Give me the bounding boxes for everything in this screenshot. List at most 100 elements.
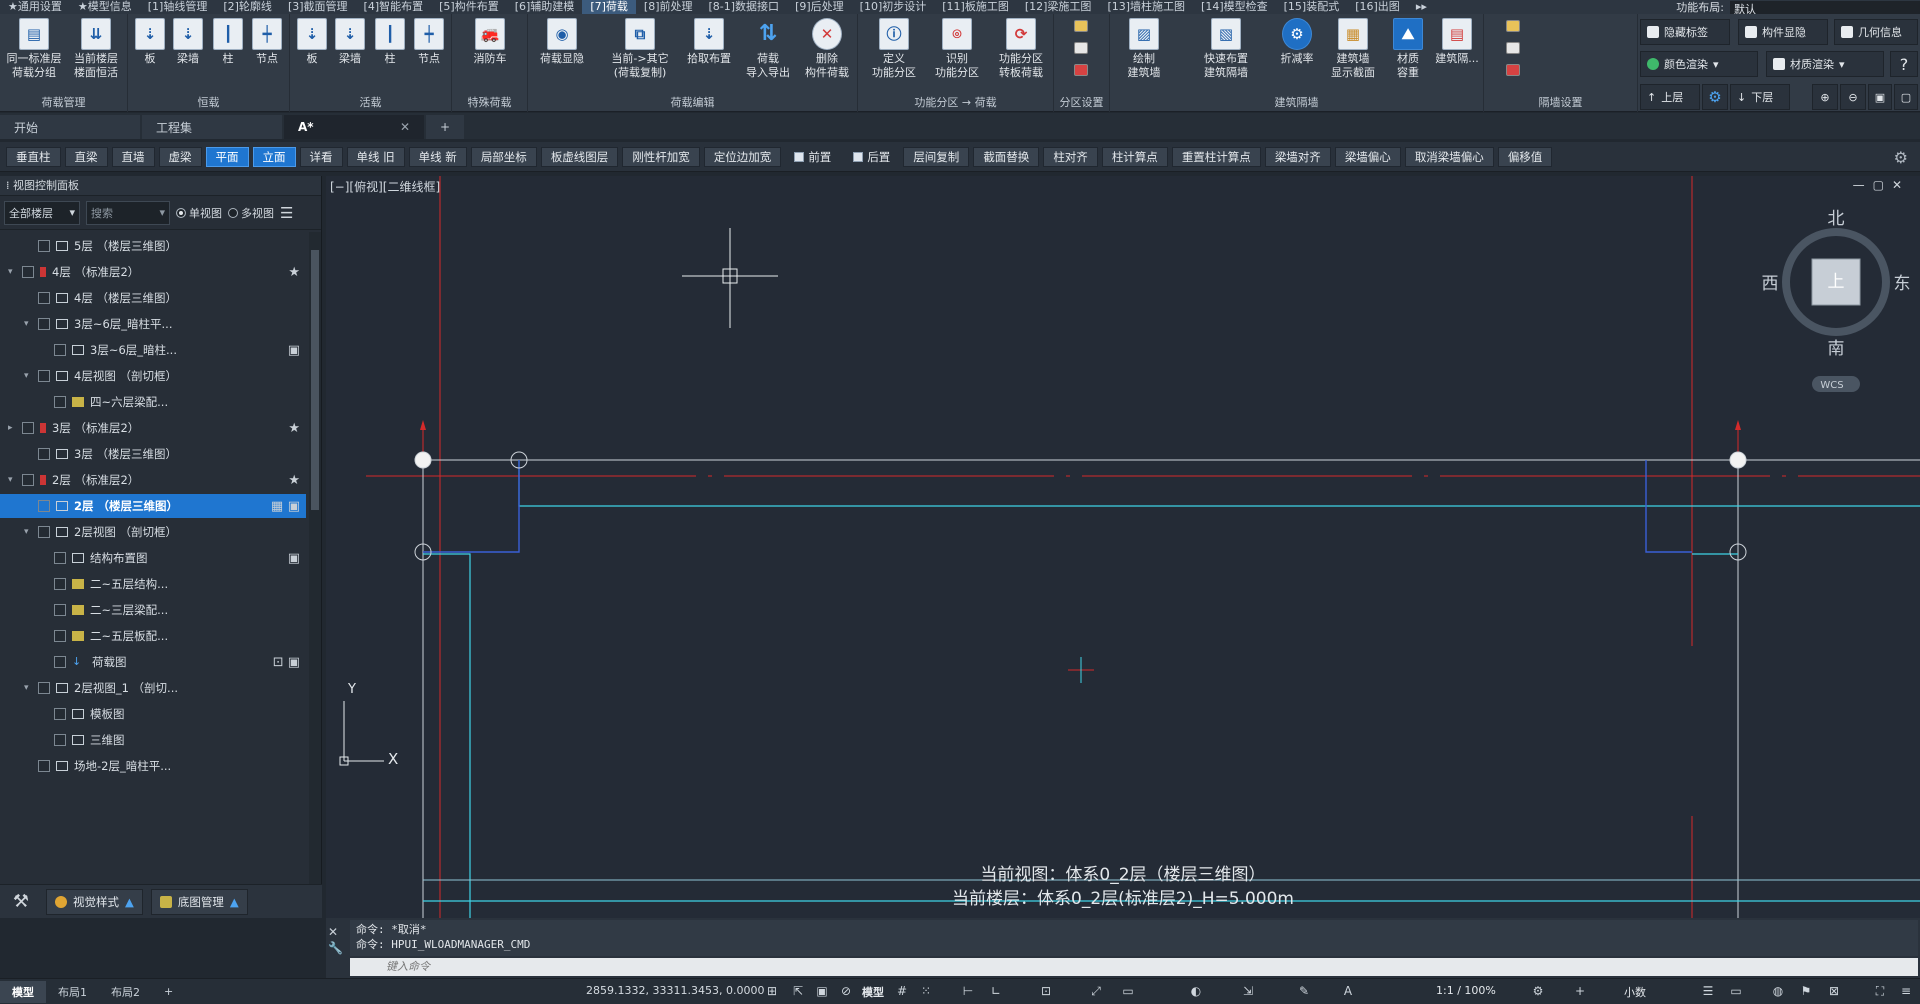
square-icon[interactable] — [1506, 42, 1520, 54]
toolbar-button[interactable]: 详看 — [299, 146, 343, 167]
toolbar-button[interactable]: 柱计算点 — [1101, 146, 1168, 167]
ortho-icon[interactable]: ⊢ — [960, 983, 976, 999]
multi-view-radio[interactable]: 多视图 — [228, 205, 274, 221]
single-view-radio[interactable]: 单视图 — [176, 205, 222, 221]
toolbar-button[interactable]: 虚梁 — [158, 146, 202, 167]
menu-overflow-icon[interactable]: ▸▸ — [1408, 0, 1435, 14]
isolate-icon[interactable]: ◍ — [1770, 983, 1786, 999]
tree-item[interactable]: ↓ 荷载图 ⊡ ▣ — [0, 650, 306, 674]
search-input[interactable]: 搜索 ▾ — [86, 200, 170, 225]
partition-more-button[interactable]: ▤ 建筑隔... — [1432, 18, 1482, 66]
tree-item[interactable]: ▾ 4层视图 （剖切框） — [0, 364, 306, 388]
tree-checkbox[interactable] — [54, 396, 66, 408]
toolbar-button[interactable]: 局部坐标 — [470, 146, 537, 167]
toolbar-button[interactable]: 单线 新 — [408, 146, 467, 167]
node-marker[interactable] — [1729, 451, 1747, 469]
menu-item[interactable]: [3]截面管理 — [280, 0, 356, 14]
expand-toggle-icon[interactable]: ▾ — [8, 267, 18, 277]
tree-checkbox[interactable] — [22, 266, 34, 278]
tree-item-action-icon[interactable]: ★ — [288, 265, 300, 280]
tree-checkbox[interactable] — [38, 448, 50, 460]
define-zone-button[interactable]: ⓘ 定义 功能分区 — [864, 18, 924, 80]
pick-layout-button[interactable]: ⇣ 拾取布置 — [680, 18, 738, 66]
layout-tab-model[interactable]: 模型 — [0, 980, 46, 1003]
tree-checkbox[interactable] — [54, 656, 66, 668]
tree-checkbox[interactable] — [22, 474, 34, 486]
tree-checkbox[interactable] — [38, 318, 50, 330]
plus-icon[interactable]: + — [1572, 983, 1588, 999]
close-icon[interactable]: ✕ — [400, 120, 410, 134]
tab-start[interactable]: 开始 — [0, 115, 140, 139]
layout-tab-2[interactable]: 布局2 — [99, 981, 152, 1003]
tree-checkbox[interactable] — [38, 682, 50, 694]
expand-toggle-icon[interactable]: ▾ — [8, 475, 18, 485]
toolbar-button[interactable]: 板虚线图层 — [540, 146, 619, 167]
tree-item[interactable]: 2层 （楼层三维图） ▦ ▣ — [0, 494, 306, 518]
menu-item[interactable]: [5]构件布置 — [431, 0, 507, 14]
snap-icon[interactable]: ⊞ — [764, 983, 780, 999]
tree-item-action-icon[interactable]: ▣ — [288, 551, 300, 566]
bulb-icon[interactable] — [1074, 20, 1088, 32]
menu-item[interactable]: [12]梁施工图 — [1017, 0, 1100, 14]
toolbar-button[interactable]: 直梁 — [64, 146, 108, 167]
tree-checkbox[interactable] — [22, 422, 34, 434]
menu-item[interactable]: [14]模型检查 — [1193, 0, 1276, 14]
menu-icon[interactable]: ☰ — [280, 204, 293, 222]
tree-checkbox[interactable] — [38, 240, 50, 252]
menu-item[interactable]: [8]前处理 — [636, 0, 701, 14]
table-icon[interactable] — [1074, 64, 1088, 76]
tree-item[interactable]: ▾ 2层视图 （剖切框） — [0, 520, 306, 544]
menu-item[interactable]: [1]轴线管理 — [140, 0, 216, 14]
scale-readout[interactable]: 1:1 / 100% — [1436, 984, 1496, 997]
floor-settings-button[interactable]: ⚙ — [1702, 84, 1728, 110]
menu-item[interactable]: [2]轮廓线 — [215, 0, 280, 14]
fire-truck-button[interactable]: 🚒 消防车 — [464, 18, 516, 66]
menu-item[interactable]: [6]辅助建模 — [507, 0, 583, 14]
menu-item[interactable]: [7]荷载 — [582, 0, 636, 14]
tree-checkbox[interactable] — [38, 760, 50, 772]
toolbar-button[interactable]: 垂直柱 — [6, 146, 61, 167]
menu-item[interactable]: [9]后处理 — [787, 0, 852, 14]
tree-item[interactable]: ▸ 3层 （标准层2） ★ — [0, 416, 306, 440]
wall-section-button[interactable]: ▦ 建筑墙 显示截面 — [1324, 18, 1382, 80]
close-icon[interactable]: ✕ — [328, 924, 343, 940]
upper-floor-button[interactable]: ↑ 上层 — [1640, 84, 1700, 110]
tree-checkbox[interactable] — [54, 708, 66, 720]
expand-toggle-icon[interactable]: ▾ — [24, 527, 34, 537]
tree-item[interactable]: 三维图 — [0, 728, 306, 752]
annotation-icon[interactable]: ✎ — [1296, 983, 1312, 999]
menu-item[interactable]: [11]板施工图 — [934, 0, 1017, 14]
gear-icon[interactable]: ⚙ — [1894, 148, 1908, 167]
units-readout[interactable]: 小数 — [1624, 984, 1646, 1000]
clean-screen-icon[interactable]: ⊠ — [1826, 983, 1842, 999]
wrench-icon[interactable]: 🔧 — [328, 940, 343, 956]
tree-item[interactable]: 四~六层梁配... — [0, 390, 306, 414]
tree-checkbox[interactable] — [38, 526, 50, 538]
toolbar-button[interactable]: 截面替换 — [973, 146, 1040, 167]
zoom-window-button[interactable]: ▢ — [1894, 84, 1918, 110]
tree-checkbox[interactable] — [38, 500, 50, 512]
tree-item[interactable]: ▾ 2层 （标准层2） ★ — [0, 468, 306, 492]
tools-icon[interactable]: ⚒ — [4, 891, 38, 912]
load-copy-button[interactable]: ⧉ 当前->其它 (荷载复制) — [600, 18, 680, 80]
tree-checkbox[interactable] — [54, 630, 66, 642]
table-icon[interactable] — [1506, 64, 1520, 76]
new-tab-button[interactable]: + — [426, 115, 465, 139]
toolbar-button[interactable]: 层间复制 — [903, 146, 970, 167]
node-marker[interactable] — [414, 451, 432, 469]
toolbar-button[interactable]: 定位边加宽 — [703, 146, 782, 167]
dead-node-button[interactable]: ┿ 节点 — [248, 18, 286, 66]
tree-item[interactable]: ▾ 4层 （标准层2） ★ — [0, 260, 306, 284]
tree-checkbox[interactable] — [38, 370, 50, 382]
lower-floor-button[interactable]: ↓ 下层 — [1730, 84, 1790, 110]
delete-member-load-button[interactable]: ✕ 删除 构件荷载 — [798, 18, 856, 80]
floor-select[interactable]: 全部楼层 ▾ — [4, 200, 80, 225]
identify-zone-button[interactable]: ⌾ 识别 功能分区 — [926, 18, 988, 80]
toolbar-button[interactable]: 偏移值 — [1497, 146, 1553, 167]
tree-item-action-icon[interactable]: ⊡ ▣ — [273, 655, 300, 670]
cursor-icon[interactable]: ⇱ — [790, 983, 806, 999]
expand-toggle-icon[interactable]: ▾ — [24, 319, 34, 329]
live-beam-button[interactable]: ⇣ 梁墙 — [332, 18, 368, 66]
underlay-icon[interactable]: ▣ — [814, 983, 830, 999]
tree-checkbox[interactable] — [54, 734, 66, 746]
